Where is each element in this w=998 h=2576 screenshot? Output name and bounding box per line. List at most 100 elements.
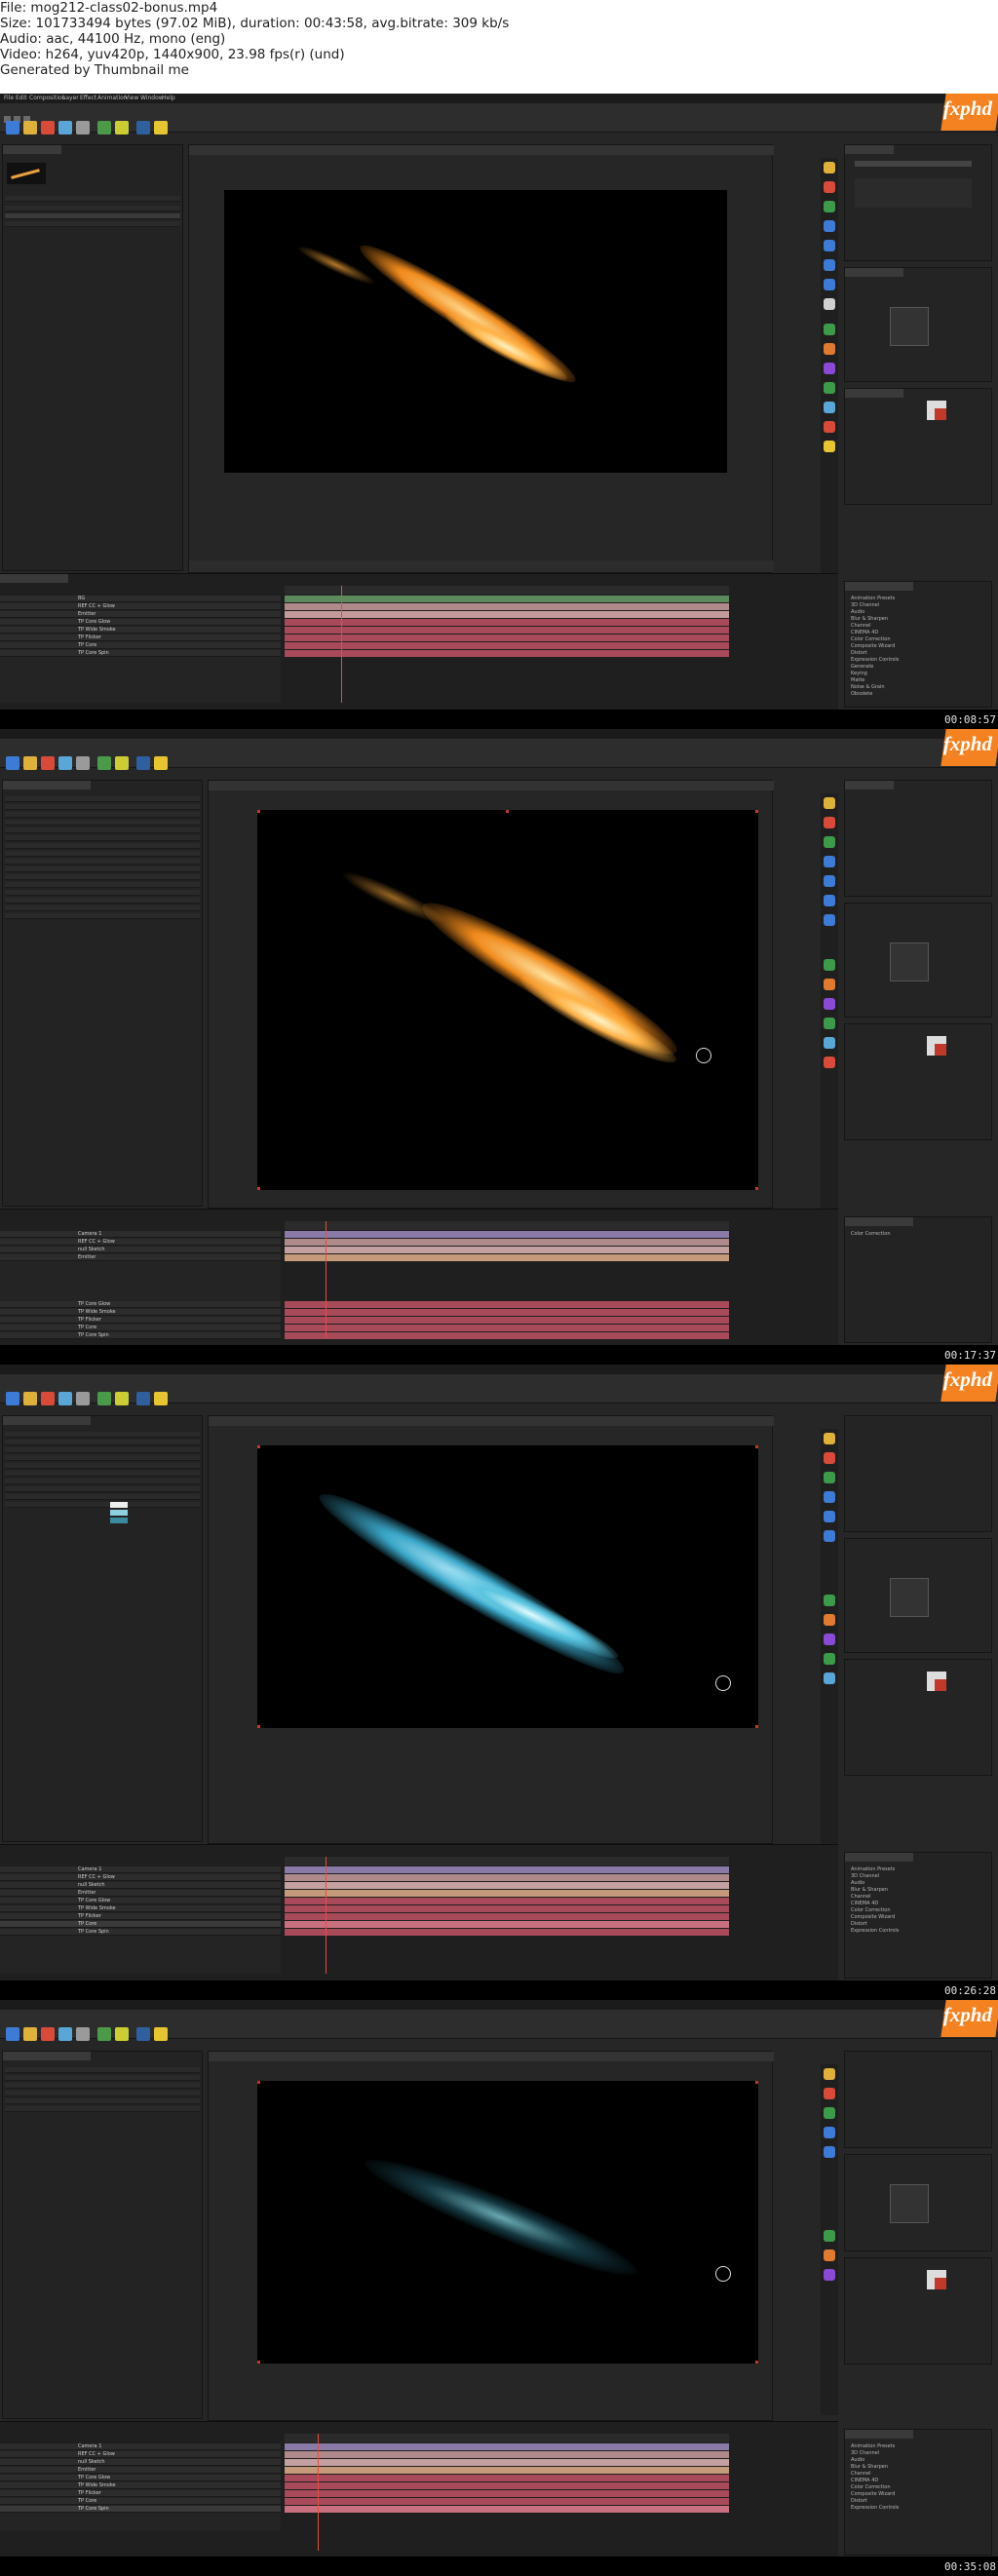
effect-row[interactable] (5, 1494, 200, 1500)
effects-item[interactable]: Audio (851, 2457, 864, 2463)
effects-item[interactable]: 3D Channel (851, 2450, 879, 2456)
frame-handle[interactable] (755, 810, 758, 813)
tool-icon[interactable] (824, 914, 835, 926)
layer-row[interactable]: TP Core (0, 1325, 281, 1331)
layer-row[interactable]: TP Core (0, 2498, 281, 2505)
project-item[interactable] (5, 206, 180, 211)
tool-icon[interactable] (824, 1433, 835, 1444)
frame-handle[interactable] (257, 1445, 260, 1448)
effects-item[interactable]: Blur & Sharpen (851, 616, 888, 622)
effects-item[interactable]: Channel (851, 2471, 871, 2477)
effects-tab[interactable] (845, 1217, 913, 1226)
layer-row[interactable]: null Sketch (0, 2459, 281, 2466)
camera-icon[interactable] (58, 756, 72, 770)
warning-icon[interactable] (115, 2027, 129, 2041)
effect-row[interactable] (5, 843, 200, 849)
layer-row[interactable]: Emitter (0, 2467, 281, 2474)
project-icon[interactable] (6, 121, 19, 135)
emitter-gizmo[interactable] (715, 1675, 731, 1691)
frame-handle[interactable] (755, 1187, 758, 1190)
effects-item[interactable]: Channel (851, 623, 871, 629)
menu-view[interactable]: View (125, 95, 138, 101)
tool-icon[interactable] (824, 2127, 835, 2138)
tool-icon[interactable] (824, 363, 835, 374)
effect-row[interactable] (5, 1479, 200, 1484)
layer-track[interactable] (285, 1231, 729, 1238)
effect-row[interactable] (5, 1463, 200, 1469)
comp-canvas[interactable] (224, 190, 727, 473)
effects-item[interactable]: Audio (851, 1880, 864, 1886)
color-chip[interactable] (110, 1518, 128, 1523)
layer-track[interactable] (285, 2498, 729, 2505)
frame-handle[interactable] (257, 1725, 260, 1728)
tool-icon[interactable] (824, 162, 835, 173)
effects-item[interactable]: Expression Controls (851, 657, 899, 663)
layer-track[interactable] (285, 619, 729, 626)
layer-row[interactable]: REF CC + Glow (0, 1874, 281, 1881)
menu-effect[interactable]: Effect (80, 95, 96, 101)
frame-handle[interactable] (257, 1187, 260, 1190)
layer-track[interactable] (285, 2451, 729, 2458)
tool-icon[interactable] (824, 895, 835, 906)
layer-row[interactable]: Camera 1 (0, 1231, 281, 1238)
effect-row[interactable] (5, 882, 200, 888)
stroke-swatch[interactable] (935, 1044, 946, 1056)
settings-icon[interactable] (76, 121, 90, 135)
project-search[interactable] (5, 196, 180, 202)
anchor-grid[interactable] (890, 2184, 929, 2223)
effects-tab[interactable] (845, 1853, 913, 1862)
tool-icon[interactable] (824, 2068, 835, 2080)
layer-row[interactable]: TP Core Spin (0, 1929, 281, 1936)
frame-handle[interactable] (506, 810, 509, 813)
alert-icon[interactable] (154, 121, 168, 135)
effects-item[interactable]: Color Correction (851, 2484, 891, 2490)
tool-icon[interactable] (824, 343, 835, 355)
alert-icon[interactable] (154, 1392, 168, 1405)
layer-track[interactable] (285, 1874, 729, 1881)
effect-controls-tab[interactable] (3, 781, 91, 789)
effects-item[interactable]: Animation Presets (851, 596, 895, 601)
layer-row[interactable]: TP Core Spin (0, 650, 281, 657)
tool-icon[interactable] (824, 1614, 835, 1626)
effect-row[interactable] (5, 1440, 200, 1445)
layer-track[interactable] (285, 2459, 729, 2466)
time-ruler[interactable] (285, 1857, 729, 1865)
preview-icon[interactable] (97, 1392, 111, 1405)
layer-row[interactable]: TP Wide Smoke (0, 1309, 281, 1316)
layer-row[interactable]: null Sketch (0, 1882, 281, 1889)
effect-row[interactable] (5, 913, 200, 919)
layer-track[interactable] (285, 596, 729, 602)
alert-icon[interactable] (154, 756, 168, 770)
layer-track[interactable] (285, 611, 729, 618)
layer-row[interactable]: Emitter (0, 611, 281, 618)
effects-item[interactable]: CINEMA 4D (851, 1901, 878, 1906)
preview-icon[interactable] (97, 756, 111, 770)
effect-row[interactable] (5, 796, 200, 802)
anchor-grid[interactable] (890, 1578, 929, 1617)
effects-item[interactable]: Generate (851, 664, 873, 670)
effects-item[interactable]: Blur & Sharpen (851, 2464, 888, 2470)
layer-track[interactable] (285, 603, 729, 610)
layer-track[interactable] (285, 1890, 729, 1897)
effects-item[interactable]: Color Correction (851, 1231, 891, 1237)
layer-track[interactable] (285, 1332, 729, 1339)
layer-row[interactable]: TP Wide Smoke (0, 1905, 281, 1912)
tool-icon[interactable] (824, 220, 835, 232)
tool-icon[interactable] (824, 797, 835, 809)
playback-controls[interactable] (855, 161, 972, 167)
effects-tab[interactable] (845, 2430, 913, 2439)
camera-icon[interactable] (58, 2027, 72, 2041)
layer-track[interactable] (285, 2506, 729, 2513)
layer-track[interactable] (285, 1301, 729, 1308)
stroke-swatch[interactable] (935, 408, 946, 420)
anchor-grid[interactable] (890, 942, 929, 981)
effects-item[interactable]: 3D Channel (851, 602, 879, 608)
layer-row[interactable]: TP Core Glow (0, 2475, 281, 2481)
menu-file[interactable]: File (4, 95, 14, 101)
settings-icon[interactable] (76, 2027, 90, 2041)
effect-row[interactable] (5, 2075, 200, 2081)
effects-item[interactable]: Expression Controls (851, 2505, 899, 2511)
layer-row[interactable]: null Sketch (0, 1247, 281, 1253)
emitter-gizmo[interactable] (715, 2266, 731, 2282)
tool-icon[interactable] (824, 1452, 835, 1464)
